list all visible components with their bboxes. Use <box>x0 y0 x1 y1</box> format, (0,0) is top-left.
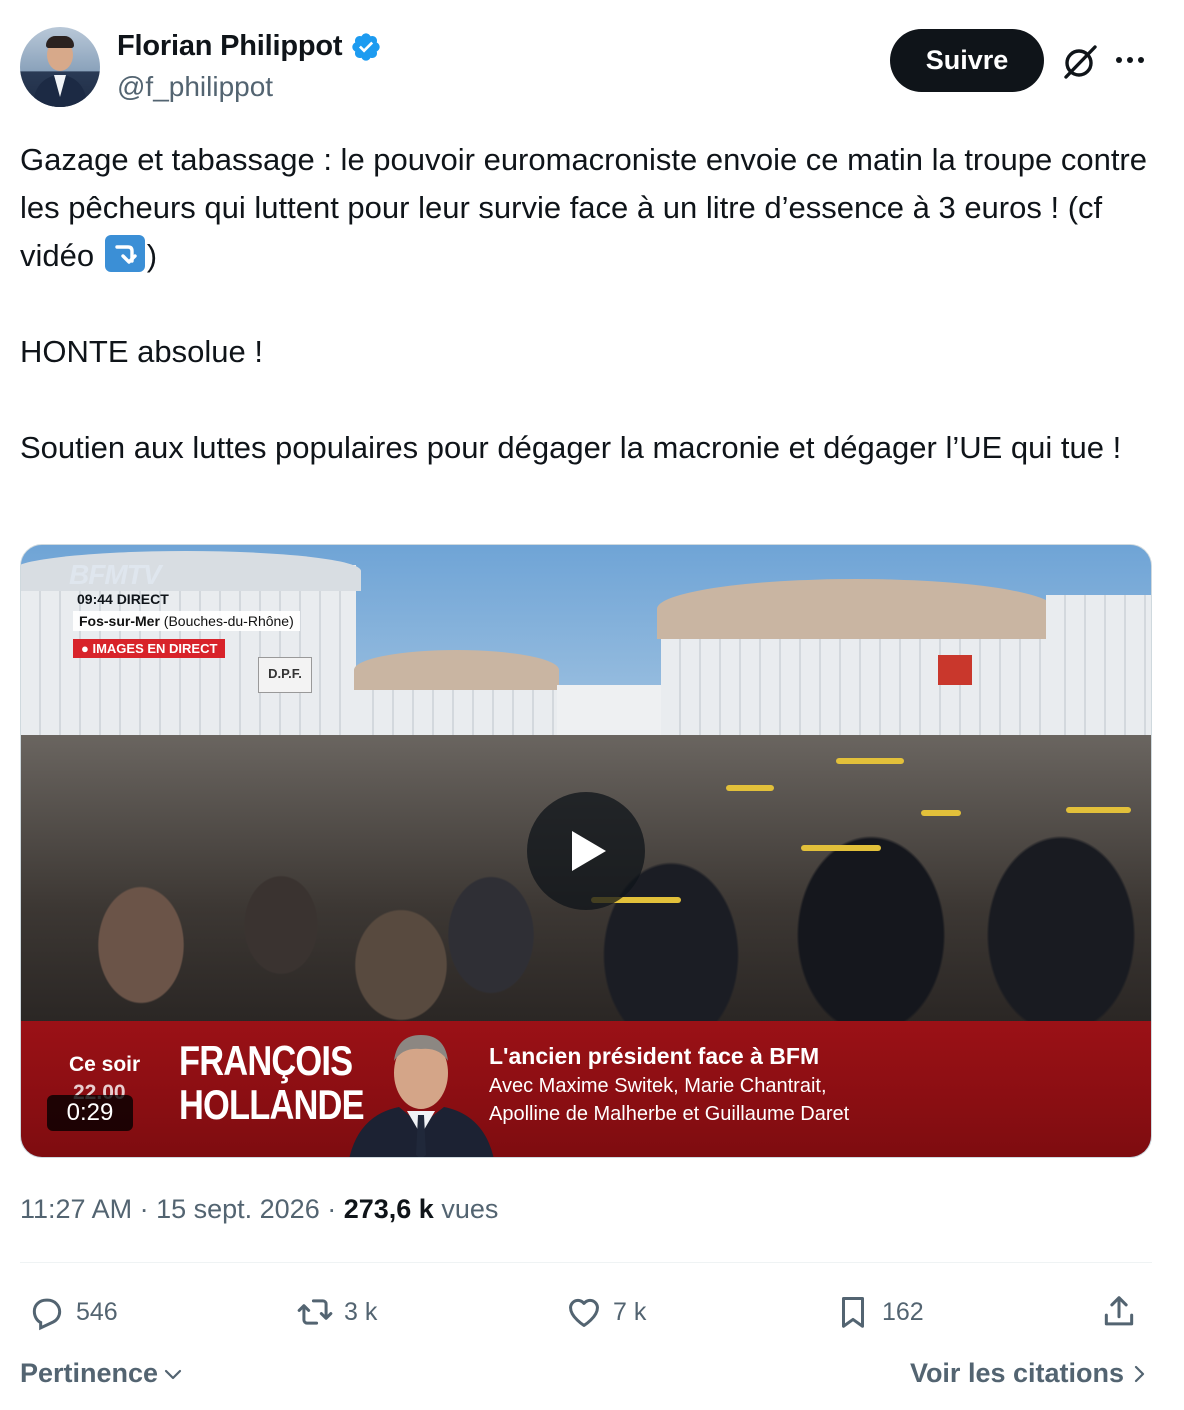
bookmark-button[interactable]: 162 <box>834 1290 924 1334</box>
avatar[interactable] <box>20 27 100 107</box>
avatar-hair <box>46 36 74 48</box>
share-icon <box>1104 1296 1134 1326</box>
divider <box>20 1262 1152 1263</box>
bookmark-icon <box>841 1297 865 1328</box>
video-duration: 0:29 <box>47 1095 133 1131</box>
repost-count: 3 k <box>344 1297 378 1326</box>
view-quotes-link[interactable]: Voir les citations <box>910 1358 1148 1389</box>
play-icon <box>572 831 606 871</box>
more-dot <box>1116 57 1122 63</box>
share-button[interactable] <box>1100 1290 1138 1334</box>
helmet-stripe <box>801 845 881 851</box>
more-dot <box>1138 57 1144 63</box>
tweet-paragraph-3: Soutien aux luttes populaires pour dégag… <box>20 430 1122 465</box>
video-dpf-sign: D.P.F. <box>258 657 312 693</box>
tweet-date[interactable]: 15 sept. 2026 <box>156 1194 320 1224</box>
tweet-time[interactable]: 11:27 AM <box>20 1194 132 1224</box>
bookmark-count: 162 <box>882 1297 924 1326</box>
like-button[interactable]: 7 k <box>565 1290 646 1334</box>
view-count: 273,6 k <box>343 1194 434 1224</box>
video-tank-roof <box>354 650 559 690</box>
video-player[interactable]: D.P.F. BFMTV 09:44 DIRECT Fos-sur-Mer (B… <box>20 544 1152 1158</box>
author-name[interactable]: Florian Philippot <box>117 30 343 63</box>
play-button[interactable] <box>527 792 645 910</box>
helmet-stripe <box>836 758 904 764</box>
channel-logo: BFMTV <box>69 559 161 590</box>
video-tank-roof <box>657 579 1055 639</box>
banner-subtitle: Apolline de Malherbe et Guillaume Daret <box>489 1103 850 1125</box>
author-handle[interactable]: @f_philippot <box>117 71 273 103</box>
reply-button[interactable]: 546 <box>28 1290 118 1334</box>
author-name-row[interactable]: Florian Philippot <box>117 30 382 63</box>
repost-button[interactable]: 3 k <box>296 1290 377 1334</box>
tweet-paragraph-2: HONTE absolue ! <box>20 334 263 369</box>
broadcast-time: 09:44 DIRECT <box>77 591 169 607</box>
sort-dropdown[interactable]: Pertinence <box>20 1358 184 1389</box>
chevron-right-icon <box>1134 1365 1145 1382</box>
follow-button[interactable]: Suivre <box>890 29 1044 92</box>
reply-count: 546 <box>76 1297 118 1326</box>
broadcast-location: Fos-sur-Mer (Bouches-du-Rhône) <box>73 611 300 631</box>
tweet-meta: 11:27 AM · 15 sept. 2026 · 273,6 k vues <box>20 1194 499 1224</box>
tweet-text: Gazage et tabassage : le pouvoir euromac… <box>20 136 1150 472</box>
banner-subtitle: Avec Maxime Switek, Marie Chantrait, <box>489 1075 827 1097</box>
helmet-stripe <box>921 810 961 816</box>
reply-icon <box>32 1298 62 1331</box>
more-icon[interactable] <box>1116 48 1150 72</box>
helmet-stripe <box>726 785 774 791</box>
arrow-down-right-emoji-icon <box>104 235 145 272</box>
view-quotes-label: Voir les citations <box>909 1358 1124 1388</box>
banner-title: L'ancien président face à BFM <box>489 1043 820 1069</box>
helmet-stripe <box>1066 807 1131 813</box>
repost-icon <box>297 1299 333 1325</box>
like-count: 7 k <box>613 1297 647 1326</box>
tv-banner: Ce soir 22.00 FRANÇOIS HOLLANDE L'ancien… <box>21 1021 1151 1157</box>
grok-icon[interactable] <box>1060 42 1100 82</box>
banner-person-name: FRANÇOIS HOLLANDE <box>179 1037 365 1128</box>
banner-ce-soir: Ce soir <box>69 1053 141 1076</box>
more-dot <box>1127 57 1133 63</box>
sort-label: Pertinence <box>20 1358 159 1388</box>
live-label: ● IMAGES EN DIRECT <box>73 639 226 658</box>
heart-icon <box>569 1298 599 1327</box>
video-tank-sign <box>938 655 972 685</box>
tweet-paragraph-1: Gazage et tabassage : le pouvoir euromac… <box>20 142 1147 273</box>
chevron-down-icon <box>164 1369 182 1379</box>
banner-portrait-image <box>349 1035 494 1157</box>
verified-badge-icon <box>352 32 381 61</box>
